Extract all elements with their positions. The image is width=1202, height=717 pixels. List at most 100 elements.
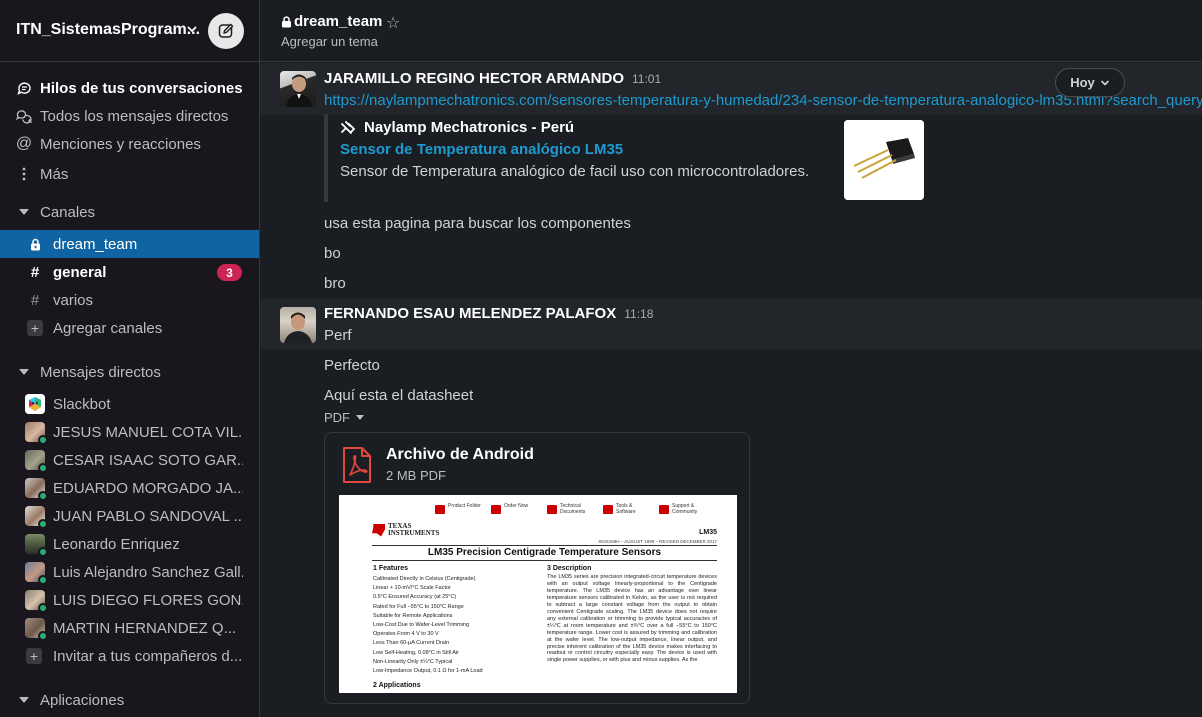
feature-item: Suitable for Remote Applications bbox=[373, 612, 453, 619]
nav-threads-label: Hilos de tus conversaciones bbox=[40, 79, 243, 97]
unfurl-title[interactable]: Sensor de Temperatura analógico LM35 bbox=[340, 141, 623, 158]
dm-label: JESUS MANUEL COTA VIL... bbox=[53, 423, 243, 441]
dm-user[interactable]: Luis Alejandro Sanchez Gall... bbox=[0, 558, 259, 586]
attachment-toggle-label: PDF bbox=[324, 410, 350, 425]
channel-title[interactable]: dream_team bbox=[281, 13, 382, 30]
day-divider-button[interactable]: Hoy bbox=[1055, 68, 1125, 97]
description-text: The LM35 series are precision integrated… bbox=[547, 574, 717, 664]
message-author[interactable]: JARAMILLO REGINO HECTOR ARMANDO 11:01 bbox=[324, 70, 661, 87]
channel-title-label: dream_team bbox=[294, 13, 383, 30]
nav-threads[interactable]: Hilos de tus conversaciones bbox=[0, 74, 259, 102]
unfurl-thumbnail[interactable] bbox=[844, 120, 924, 200]
day-divider-label: Hoy bbox=[1070, 75, 1095, 90]
author-name[interactable]: FERNANDO ESAU MELENDEZ PALAFOX bbox=[324, 305, 616, 322]
datasheet-title: LM35 Precision Centigrade Temperature Se… bbox=[372, 545, 717, 561]
channel-label: general bbox=[53, 263, 107, 281]
feature-item: Low-Impedance Output, 0.1 Ω for 1-mA Loa… bbox=[373, 668, 483, 675]
folder-icon: Product Folder bbox=[435, 503, 483, 515]
unread-badge: 3 bbox=[217, 264, 242, 281]
presence-online-icon bbox=[38, 631, 48, 641]
feature-item: Low Self-Heating, 0.08°C in Still Air bbox=[373, 649, 459, 656]
nav-more[interactable]: Más bbox=[0, 160, 259, 188]
presence-online-icon bbox=[38, 519, 48, 529]
datasheet-revision: SNIS159H – AUGUST 1999 – REVISED DECEMBE… bbox=[598, 539, 717, 544]
presence-online-icon bbox=[38, 463, 48, 473]
slackbot-icon bbox=[25, 394, 45, 414]
apps-section-header[interactable]: Aplicaciones bbox=[0, 686, 259, 714]
unfurl-site-name: Naylamp Mechatronics - Perú bbox=[364, 119, 575, 136]
avatar bbox=[25, 618, 48, 641]
invite-label: Invitar a tus compañeros d... bbox=[53, 647, 243, 665]
dm-label: Leonardo Enriquez bbox=[53, 535, 180, 553]
lock-icon bbox=[281, 15, 292, 28]
nav-all-dms[interactable]: Todos los mensajes directos bbox=[0, 102, 259, 130]
dm-user[interactable]: JESUS MANUEL COTA VIL... bbox=[0, 418, 259, 446]
star-icon[interactable]: ☆ bbox=[386, 13, 400, 33]
workspace-header[interactable]: ITN_SistemasProgram... bbox=[0, 0, 259, 62]
message-timestamp[interactable]: 11:01 bbox=[632, 72, 661, 86]
file-attachment-card[interactable]: Archivo de Android 2 MB PDF Product Fold… bbox=[324, 432, 750, 704]
compose-button[interactable] bbox=[208, 13, 244, 49]
feature-item: Low-Cost Due to Wafer-Level Trimming bbox=[373, 622, 470, 629]
channel-varios[interactable]: # varios bbox=[0, 286, 259, 314]
avatar[interactable] bbox=[280, 307, 316, 343]
message-text: bro bbox=[324, 275, 346, 292]
chevron-down-icon[interactable] bbox=[186, 23, 198, 35]
invite-teammates-button[interactable]: + Invitar a tus compañeros d... bbox=[0, 642, 259, 670]
channel-label: varios bbox=[53, 291, 94, 309]
dm-user[interactable]: EDUARDO MORGADO JA... bbox=[0, 474, 259, 502]
workspace-name[interactable]: ITN_SistemasProgram... bbox=[16, 21, 200, 39]
nav-all-dms-label: Todos los mensajes directos bbox=[40, 107, 229, 125]
channel-general[interactable]: # general 3 bbox=[0, 258, 259, 286]
plus-icon: + bbox=[27, 320, 43, 336]
attachment-toggle[interactable]: PDF bbox=[324, 410, 364, 425]
tools-icon: Tools & Software bbox=[603, 503, 651, 515]
message-author[interactable]: FERNANDO ESAU MELENDEZ PALAFOX 11:18 bbox=[324, 305, 653, 322]
channels-section-header[interactable]: Canales bbox=[0, 198, 259, 226]
person-photo-icon bbox=[284, 312, 312, 343]
file-name[interactable]: Archivo de Android bbox=[386, 446, 534, 464]
sensor-image-icon bbox=[844, 120, 924, 200]
pdf-preview[interactable]: Product Folder Order Now Technical Docum… bbox=[339, 495, 737, 693]
dm-section-header[interactable]: Mensajes directos bbox=[0, 358, 259, 386]
dm-user[interactable]: LUIS DIEGO FLORES GON... bbox=[0, 586, 259, 614]
datasheet-part-number: LM35 bbox=[699, 529, 717, 536]
avatar bbox=[25, 534, 48, 557]
dm-user[interactable]: MARTIN HERNANDEZ Q... bbox=[0, 614, 259, 642]
texas-instruments-logo: TEXAS INSTRUMENTS bbox=[372, 523, 439, 537]
caret-down-icon bbox=[19, 369, 29, 375]
dm-slackbot[interactable]: Slackbot bbox=[0, 390, 259, 418]
features-list: Calibrated Directly in Celsius (Centigra… bbox=[373, 575, 539, 676]
message-timestamp[interactable]: 11:18 bbox=[624, 307, 653, 321]
unfurl-site[interactable]: Naylamp Mechatronics - Perú bbox=[340, 119, 574, 136]
avatar[interactable] bbox=[280, 71, 316, 107]
avatar bbox=[25, 478, 48, 501]
hash-icon: # bbox=[30, 263, 40, 281]
document-icon: Technical Documents bbox=[547, 503, 595, 515]
channels-header-label: Canales bbox=[40, 203, 96, 221]
features-heading: 1 Features bbox=[373, 565, 409, 572]
channel-dream-team[interactable]: dream_team bbox=[0, 230, 259, 258]
nav-mentions[interactable]: @ Menciones y reacciones bbox=[0, 130, 259, 158]
dm-user[interactable]: JUAN PABLO SANDOVAL ... bbox=[0, 502, 259, 530]
caret-down-icon bbox=[19, 209, 29, 215]
add-channels-button[interactable]: + Agregar canales bbox=[0, 314, 259, 342]
site-logo-icon bbox=[341, 120, 356, 134]
channel-header: dream_team ☆ Agregar un tema bbox=[260, 0, 1202, 62]
message-text: Perfecto bbox=[324, 357, 380, 374]
presence-online-icon bbox=[38, 491, 48, 501]
feature-item: Calibrated Directly in Celsius (Centigra… bbox=[373, 576, 476, 582]
author-name[interactable]: JARAMILLO REGINO HECTOR ARMANDO bbox=[324, 70, 624, 87]
dm-user[interactable]: Leonardo Enriquez bbox=[0, 530, 259, 558]
presence-online-icon bbox=[38, 603, 48, 613]
community-icon: Support & Community bbox=[659, 503, 707, 515]
datasheet-top-links: Product Folder Order Now Technical Docum… bbox=[435, 503, 707, 515]
avatar bbox=[25, 422, 48, 445]
dms-icon bbox=[15, 109, 33, 124]
feature-item: Linear + 10-mV/°C Scale Factor bbox=[373, 585, 451, 592]
channel-topic[interactable]: Agregar un tema bbox=[281, 34, 378, 49]
feature-item: Less Than 60-μA Current Drain bbox=[373, 640, 450, 647]
description-heading: 3 Description bbox=[547, 565, 592, 572]
message-pane: dream_team ☆ Agregar un tema JARAMILLO R… bbox=[260, 0, 1202, 717]
dm-user[interactable]: CESAR ISAAC SOTO GAR... bbox=[0, 446, 259, 474]
